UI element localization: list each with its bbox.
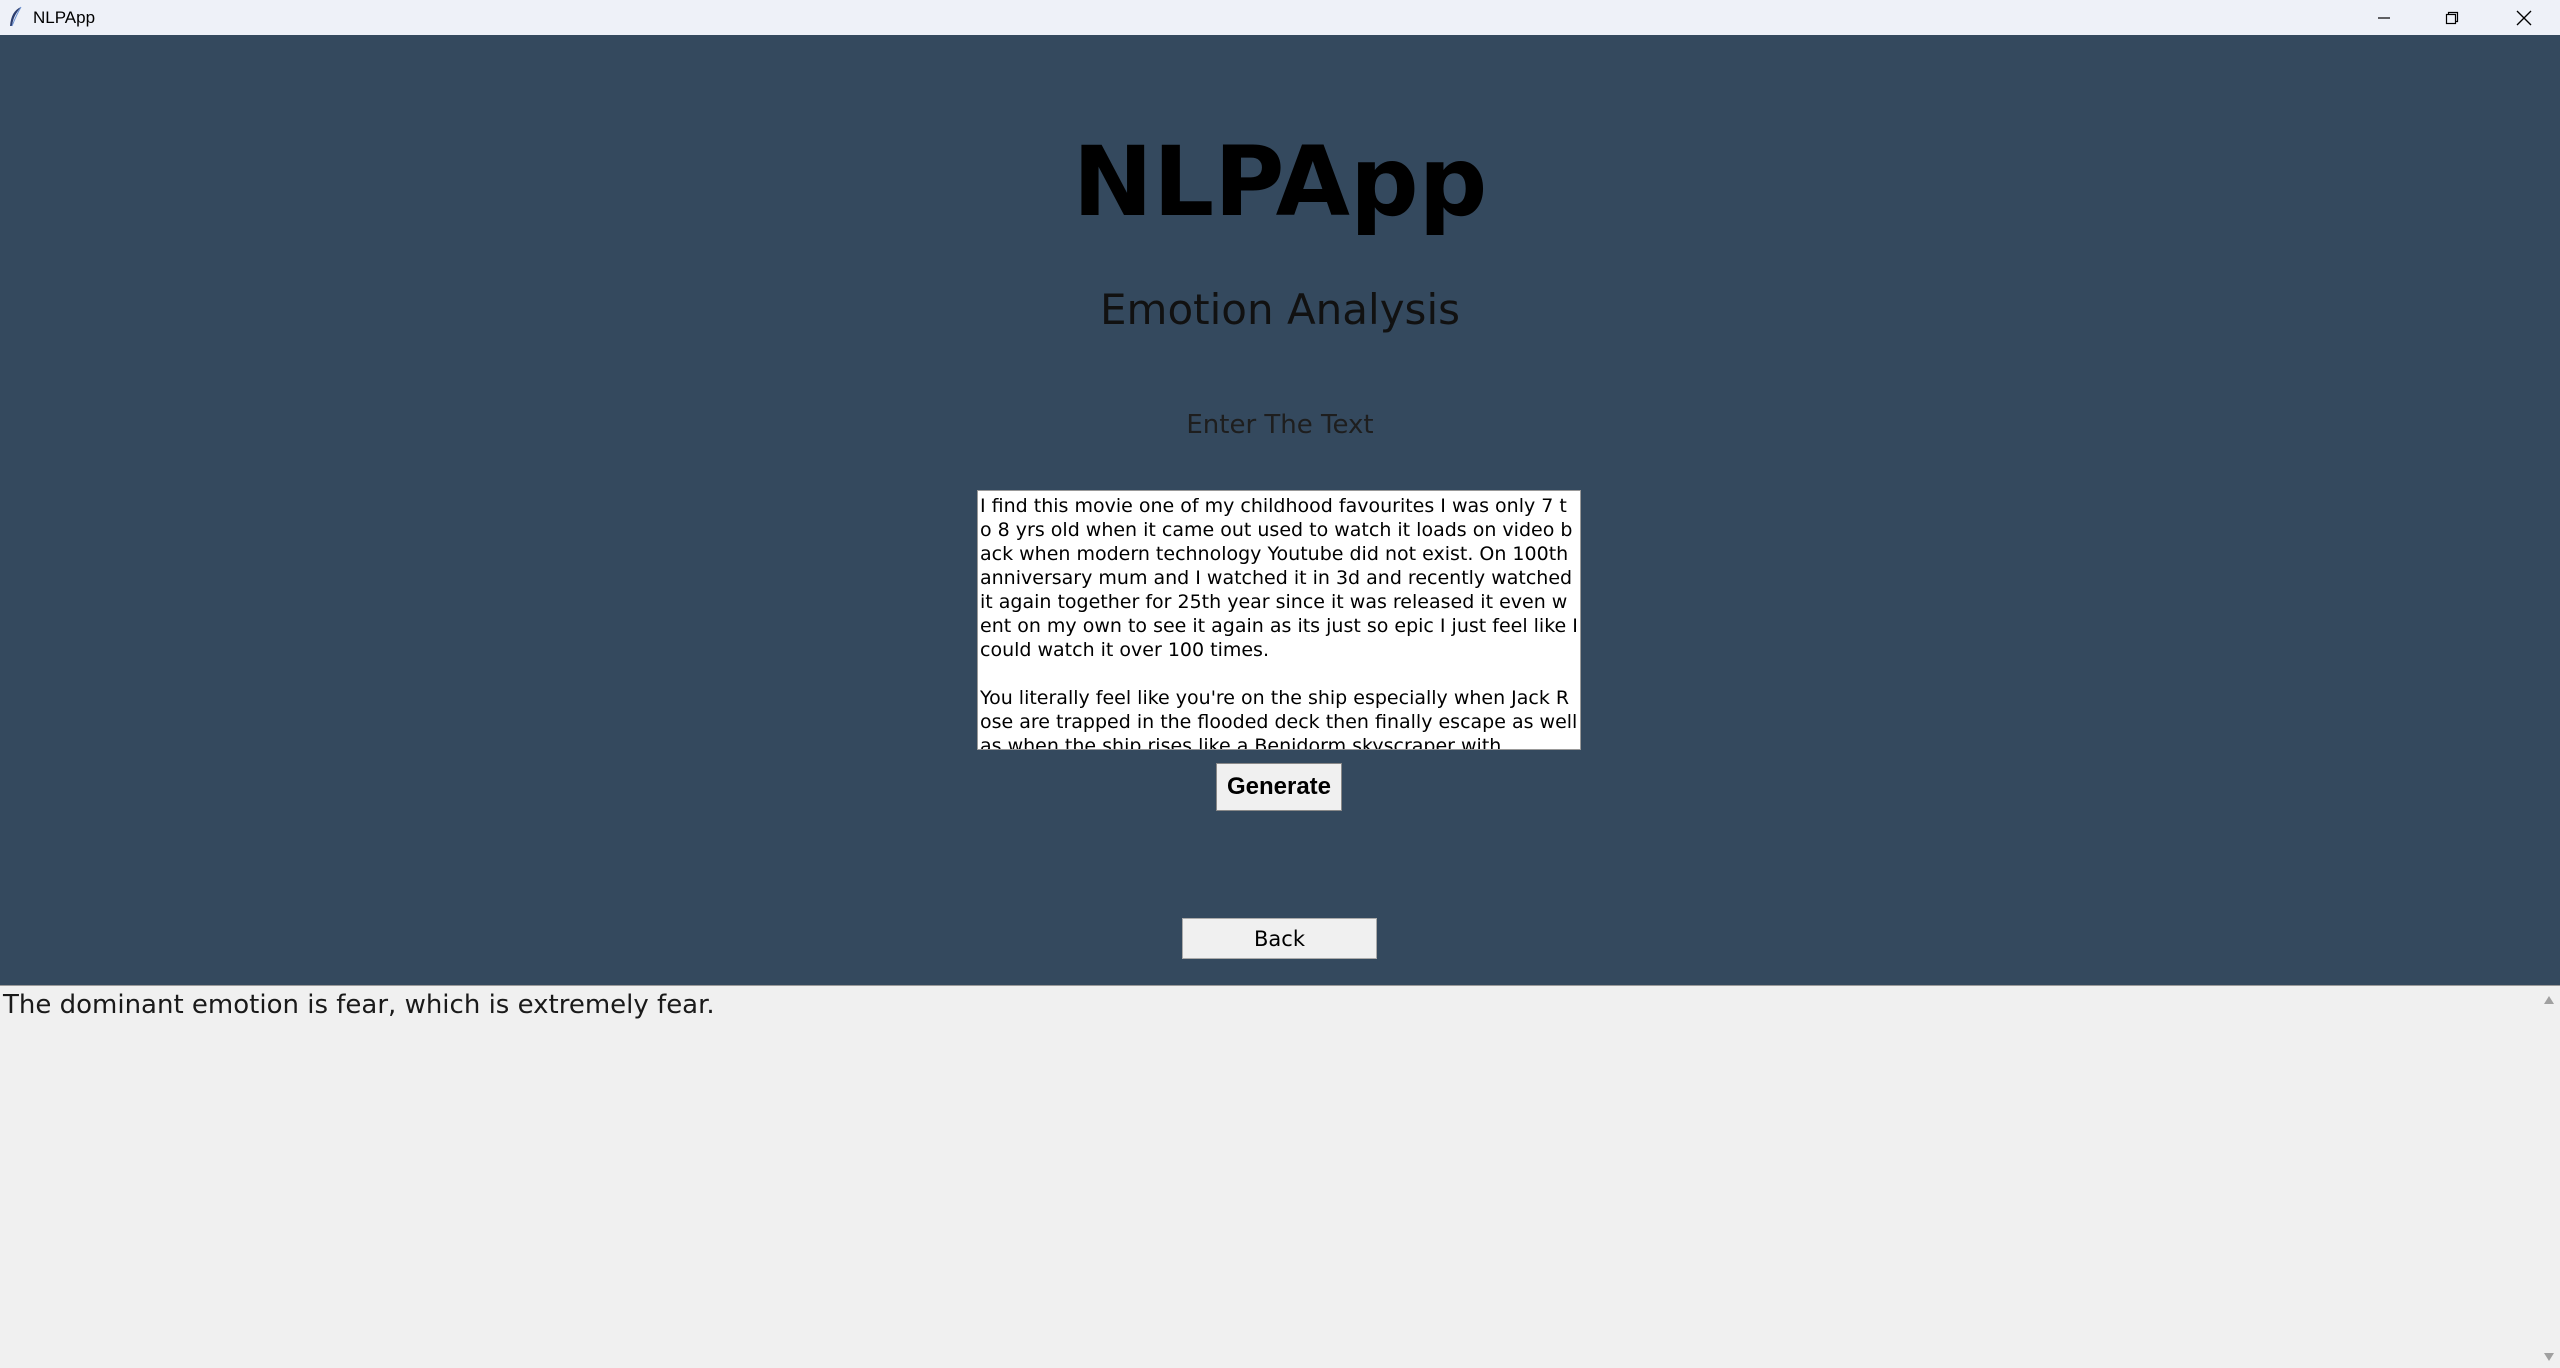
restore-button[interactable] [2418,0,2486,35]
app-title: NLPApp [1072,126,1488,238]
close-button[interactable] [2490,0,2558,35]
back-button[interactable]: Back [1182,918,1377,959]
window-title: NLPApp [33,8,96,27]
scroll-up-arrow-icon[interactable] [2543,994,2555,1006]
scroll-down-arrow-icon[interactable] [2543,1351,2555,1363]
restore-icon [2445,11,2459,24]
close-icon [2516,10,2532,25]
window-titlebar: NLPApp [0,0,2560,35]
page-subtitle: Emotion Analysis [1100,285,1460,334]
generate-button[interactable]: Generate [1216,763,1342,811]
feather-icon [6,6,26,28]
minimize-button[interactable] [2350,0,2418,35]
result-text: The dominant emotion is fear, which is e… [3,990,715,1020]
minimize-icon [2378,16,2390,19]
input-label: Enter The Text [1186,410,1374,440]
text-input-area[interactable]: I find this movie one of my childhood fa… [977,490,1581,750]
vertical-scrollbar[interactable] [2538,986,2560,1368]
main-panel: NLPApp Emotion Analysis Enter The Text I… [0,35,2560,985]
output-text-area[interactable]: The dominant emotion is fear, which is e… [0,985,2560,1368]
